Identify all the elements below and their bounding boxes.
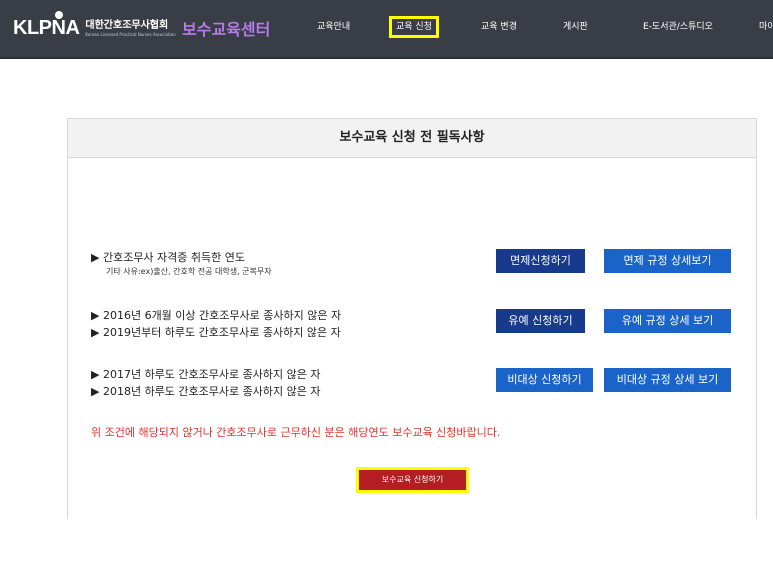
- logo-text: 대한간호조무사협회 Korean Licensed Practical Nurs…: [85, 20, 175, 37]
- condition-2016: ▶ 2016년 6개월 이상 간호조무사로 종사하지 않은 자: [91, 309, 342, 322]
- nontarget-apply-button[interactable]: 비대상 신청하기: [496, 368, 593, 392]
- condition-2017: ▶ 2017년 하루도 간호조무사로 종사하지 않은 자: [91, 368, 321, 381]
- nav-my[interactable]: 마이: [759, 19, 773, 35]
- nav-edu-info[interactable]: 교육안내: [317, 19, 350, 35]
- exemption-apply-button[interactable]: 면제신청하기: [496, 249, 585, 273]
- center-title[interactable]: 보수교육센터: [182, 16, 270, 40]
- logo-korean-name: 대한간호조무사협회: [85, 20, 169, 31]
- logo-figure-icon: [55, 11, 63, 19]
- logo-mark: KLPNA: [13, 17, 80, 39]
- panel-title: 보수교육 신청 전 필독사항: [68, 119, 756, 158]
- prerequisite-panel: 보수교육 신청 전 필독사항 ▶ 간호조무사 자격증 취득한 연도 기타 사유:…: [67, 118, 757, 519]
- nav-elibrary-studio[interactable]: E-도서관/스튜디오: [643, 19, 713, 35]
- logo-english-name: Korean Licensed Practical Nurses Associa…: [85, 32, 176, 37]
- apply-notice: 위 조건에 해당되지 않거나 간호조무사로 근무하신 분은 해당연도 보수교육 …: [91, 426, 501, 439]
- nontarget-rules-button[interactable]: 비대상 규정 상세 보기: [604, 368, 731, 392]
- nav-edu-apply[interactable]: 교육 신청: [389, 16, 439, 38]
- nav-edu-change[interactable]: 교육 변경: [481, 19, 517, 35]
- klpna-logo[interactable]: KLPNA 대한간호조무사협회 Korean Licensed Practica…: [13, 11, 176, 40]
- condition-license-year: ▶ 간호조무사 자격증 취득한 연도: [91, 251, 246, 264]
- deferral-rules-button[interactable]: 유예 규정 상세 보기: [604, 309, 731, 333]
- edu-apply-button[interactable]: 보수교육 신청하기: [356, 467, 469, 493]
- nav-board[interactable]: 게시판: [563, 19, 588, 35]
- condition-other-reasons: 기타 사유:ex)출산, 간호학 전공 대학생, 군복무자: [106, 267, 272, 276]
- top-header: KLPNA 대한간호조무사협회 Korean Licensed Practica…: [0, 0, 773, 59]
- condition-2018: ▶ 2018년 하루도 간호조무사로 종사하지 않은 자: [91, 385, 321, 398]
- condition-2019: ▶ 2019년부터 하루도 간호조무사로 종사하지 않은 자: [91, 326, 341, 339]
- exemption-rules-button[interactable]: 면제 규정 상세보기: [604, 249, 731, 273]
- deferral-apply-button[interactable]: 유예 신청하기: [496, 309, 585, 333]
